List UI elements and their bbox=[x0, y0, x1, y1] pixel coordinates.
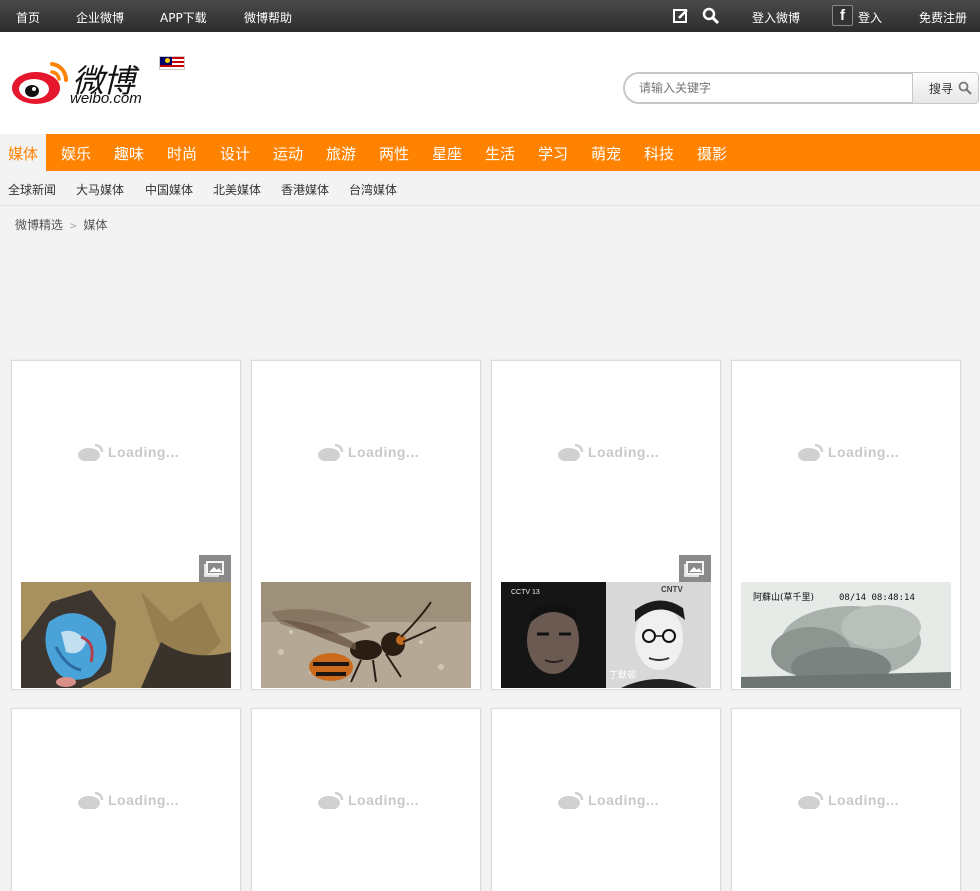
post-thumbnail[interactable]: 阿蘇山(草千里) 08/14 08:48:14 bbox=[741, 582, 951, 688]
loading-text: Loading... bbox=[348, 792, 420, 808]
edit-icon[interactable] bbox=[672, 7, 690, 25]
topbar-link-enterprise[interactable]: 企业微博 bbox=[76, 9, 124, 26]
register-link[interactable]: 免费注册 bbox=[919, 9, 967, 26]
breadcrumb: 微博精选 > 媒体 bbox=[15, 216, 107, 233]
malaysia-flag-icon[interactable] bbox=[159, 56, 185, 70]
loading-text: Loading... bbox=[828, 444, 900, 460]
subnav-item-malaysia-media[interactable]: 大马媒体 bbox=[76, 181, 124, 198]
breadcrumb-separator: > bbox=[69, 221, 78, 232]
search-button-label: 搜寻 bbox=[929, 81, 954, 96]
login-link[interactable]: 登入 bbox=[858, 9, 882, 26]
loading-weibo-icon bbox=[318, 443, 344, 461]
nav-item-relationships[interactable]: 两性 bbox=[371, 134, 417, 171]
post-thumbnail[interactable]: CCTV 13 CNTV 丁默邨 bbox=[501, 582, 711, 688]
loading-indicator: Loading... bbox=[558, 787, 668, 811]
nav-item-sports[interactable]: 运动 bbox=[265, 134, 311, 171]
facebook-icon[interactable]: f bbox=[832, 5, 853, 26]
nav-item-tech[interactable]: 科技 bbox=[636, 134, 682, 171]
search-bar: 搜寻 bbox=[623, 72, 979, 104]
nav-item-design[interactable]: 设计 bbox=[212, 134, 258, 171]
loading-indicator: Loading... bbox=[558, 439, 668, 463]
nav-item-learning[interactable]: 学习 bbox=[530, 134, 576, 171]
search-button[interactable]: 搜寻 bbox=[912, 72, 979, 104]
header: 微博 weibo.com 搜寻 bbox=[0, 32, 980, 134]
loading-text: Loading... bbox=[348, 444, 420, 460]
nav-item-horoscope[interactable]: 星座 bbox=[424, 134, 470, 171]
loading-weibo-icon bbox=[78, 443, 104, 461]
camera-location-label: 阿蘇山(草千里) bbox=[753, 591, 814, 603]
topbar-link-help[interactable]: 微博帮助 bbox=[244, 9, 292, 26]
loading-weibo-icon bbox=[78, 791, 104, 809]
loading-indicator: Loading... bbox=[798, 787, 908, 811]
nav-item-pets[interactable]: 萌宠 bbox=[583, 134, 629, 171]
nav-item-life[interactable]: 生活 bbox=[477, 134, 523, 171]
nav-item-fashion[interactable]: 时尚 bbox=[159, 134, 205, 171]
loading-text: Loading... bbox=[828, 792, 900, 808]
subnav-item-hongkong-media[interactable]: 香港媒体 bbox=[281, 181, 329, 198]
portrait-name-caption: 丁默邨 bbox=[609, 670, 636, 681]
post-card[interactable]: Loading... bbox=[11, 708, 241, 891]
loading-text: Loading... bbox=[108, 444, 180, 460]
loading-indicator: Loading... bbox=[78, 787, 188, 811]
breadcrumb-root[interactable]: 微博精选 bbox=[15, 218, 63, 232]
gallery-icon bbox=[199, 555, 231, 582]
topbar-link-home[interactable]: 首页 bbox=[16, 9, 40, 26]
loading-weibo-icon bbox=[798, 443, 824, 461]
subnav-item-china-media[interactable]: 中国媒体 bbox=[145, 181, 193, 198]
login-weibo-link[interactable]: 登入微博 bbox=[752, 9, 800, 26]
loading-indicator: Loading... bbox=[318, 787, 428, 811]
search-input[interactable] bbox=[623, 72, 915, 104]
category-nav: 媒体 娱乐 趣味 时尚 设计 运动 旅游 两性 星座 生活 学习 萌宠 科技 摄… bbox=[0, 134, 980, 171]
search-icon[interactable] bbox=[702, 7, 720, 25]
nav-item-media[interactable]: 媒体 bbox=[0, 134, 47, 171]
loading-text: Loading... bbox=[588, 792, 660, 808]
nav-item-photography[interactable]: 摄影 bbox=[689, 134, 735, 171]
nav-item-entertainment[interactable]: 娱乐 bbox=[53, 134, 99, 171]
cctv-caption: CCTV 13 bbox=[511, 589, 540, 596]
loading-indicator: Loading... bbox=[318, 439, 428, 463]
nav-item-fun[interactable]: 趣味 bbox=[106, 134, 152, 171]
post-card[interactable]: Loading... CCTV 13 CNTV 丁默邨 bbox=[491, 360, 721, 690]
post-thumbnail[interactable] bbox=[21, 582, 231, 688]
gallery-icon bbox=[679, 555, 711, 582]
subnav-item-taiwan-media[interactable]: 台湾媒体 bbox=[349, 181, 397, 198]
sub-nav: 全球新闻 大马媒体 中国媒体 北美媒体 香港媒体 台湾媒体 bbox=[0, 171, 980, 206]
post-thumbnail[interactable] bbox=[261, 582, 471, 688]
post-card[interactable]: Loading... 阿蘇山(草千里) 08/14 08:48:14 bbox=[731, 360, 961, 690]
post-card[interactable]: Loading... bbox=[491, 708, 721, 891]
breadcrumb-current: 媒体 bbox=[83, 218, 108, 232]
loading-weibo-icon bbox=[318, 791, 344, 809]
weibo-eye-logo-icon bbox=[12, 62, 69, 104]
nav-item-travel[interactable]: 旅游 bbox=[318, 134, 364, 171]
top-bar: 首页 企业微博 APP下载 微博帮助 登入微博 f 登入 免费注册 bbox=[0, 0, 980, 32]
loading-text: Loading... bbox=[588, 444, 660, 460]
cntv-caption: CNTV bbox=[661, 585, 683, 594]
loading-weibo-icon bbox=[558, 791, 584, 809]
topbar-link-app-download[interactable]: APP下载 bbox=[160, 9, 207, 26]
subnav-item-north-america-media[interactable]: 北美媒体 bbox=[213, 181, 261, 198]
post-card[interactable]: Loading... bbox=[731, 708, 961, 891]
loading-indicator: Loading... bbox=[798, 439, 908, 463]
camera-timestamp: 08/14 08:48:14 bbox=[839, 593, 915, 603]
loading-indicator: Loading... bbox=[78, 439, 188, 463]
loading-weibo-icon bbox=[558, 443, 584, 461]
logo-text-en: weibo.com bbox=[70, 90, 142, 107]
loading-text: Loading... bbox=[108, 792, 180, 808]
subnav-item-global-news[interactable]: 全球新闻 bbox=[8, 181, 56, 198]
post-card[interactable]: Loading... bbox=[11, 360, 241, 690]
post-card[interactable]: Loading... bbox=[251, 708, 481, 891]
post-card[interactable]: Loading... bbox=[251, 360, 481, 690]
magnifier-icon bbox=[958, 81, 972, 95]
loading-weibo-icon bbox=[798, 791, 824, 809]
